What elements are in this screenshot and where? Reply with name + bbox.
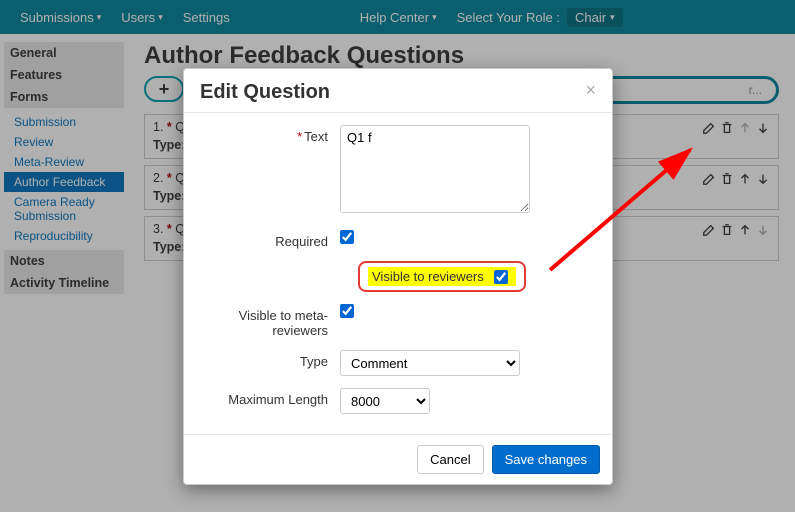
- cancel-button[interactable]: Cancel: [417, 445, 483, 474]
- highlight-annotation: Visible to reviewers: [358, 261, 526, 292]
- edit-question-modal: Edit Question × *Text Required Visible t…: [183, 68, 613, 485]
- save-button[interactable]: Save changes: [492, 445, 600, 474]
- visible-meta-checkbox[interactable]: [340, 304, 354, 318]
- required-checkbox[interactable]: [340, 230, 354, 244]
- visible-reviewers-label: Visible to reviewers: [372, 269, 484, 284]
- modal-title: Edit Question: [200, 81, 330, 104]
- visible-reviewers-checkbox[interactable]: [494, 270, 508, 284]
- close-icon[interactable]: ×: [585, 81, 596, 99]
- type-select[interactable]: Comment: [340, 350, 520, 376]
- question-text-input[interactable]: [340, 125, 530, 213]
- maxlen-select[interactable]: 8000: [340, 388, 430, 414]
